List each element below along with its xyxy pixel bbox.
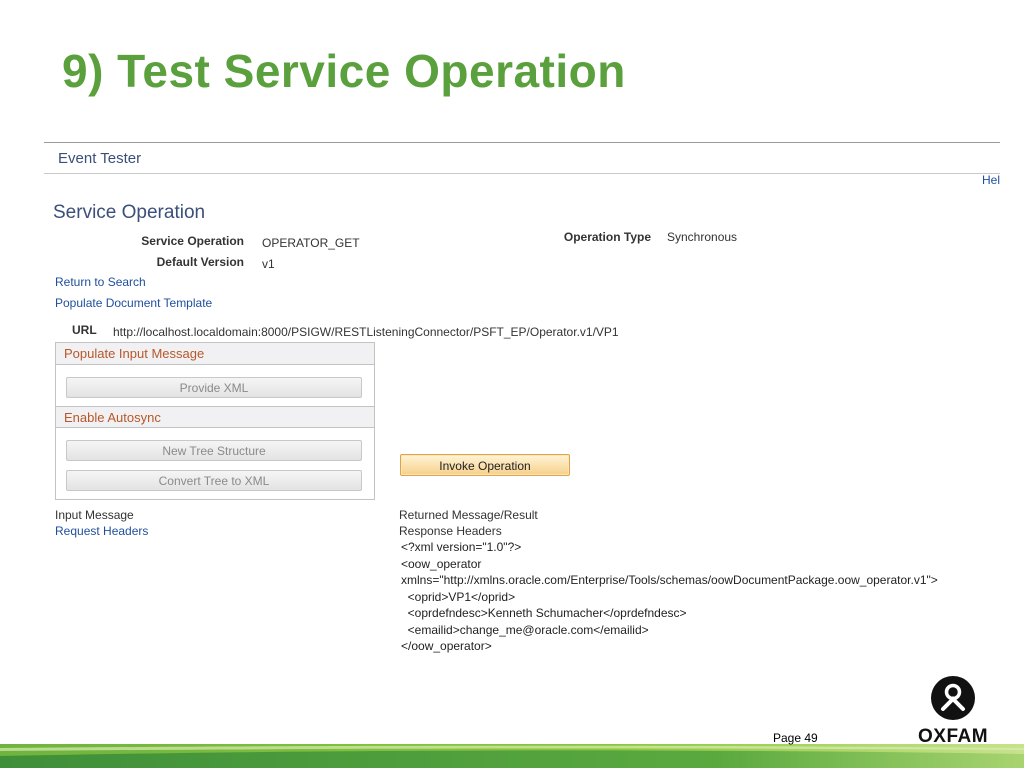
request-headers-link[interactable]: Request Headers — [55, 524, 148, 538]
operation-type-label: Operation Type — [563, 230, 651, 244]
url-label: URL — [72, 323, 97, 337]
page-number: Page 49 — [773, 731, 818, 745]
oxfam-logo: OXFAM — [918, 676, 988, 748]
xml-line: <oprdefndesc>Kenneth Schumacher</oprdefn… — [401, 606, 687, 620]
slide-title: 9) Test Service Operation — [62, 45, 626, 97]
input-options-panel: Populate Input Message Provide XML Enabl… — [55, 342, 375, 500]
footer-green-band — [0, 744, 1024, 768]
returned-message-label: Returned Message/Result — [399, 508, 538, 522]
input-message-label: Input Message — [55, 508, 134, 522]
response-headers-link[interactable]: Response Headers — [399, 524, 502, 538]
oxfam-emblem-icon — [931, 676, 975, 720]
oxfam-wordmark: OXFAM — [918, 726, 989, 747]
xml-line: xmlns="http://xmlns.oracle.com/Enterpris… — [401, 573, 938, 587]
return-to-search-link[interactable]: Return to Search — [55, 275, 146, 289]
top-divider — [44, 142, 1000, 143]
populate-input-message-header: Populate Input Message — [56, 343, 374, 365]
xml-line: </oow_operator> — [401, 639, 492, 653]
service-operation-value: OPERATOR_GET — [262, 236, 360, 250]
provide-xml-button[interactable]: Provide XML — [66, 377, 362, 398]
enable-autosync-header: Enable Autosync — [56, 406, 374, 428]
section-title: Service Operation — [53, 202, 206, 223]
populate-document-template-link[interactable]: Populate Document Template — [55, 296, 212, 310]
event-tester-screenshot: Event Tester Hel Service Operation Servi… — [44, 142, 1000, 662]
default-version-value: v1 — [262, 257, 275, 271]
xml-line: <oprid>VP1</oprid> — [401, 589, 516, 604]
service-operation-label: Service Operation — [141, 234, 244, 248]
operation-type-value: Synchronous — [667, 230, 738, 244]
header-divider — [44, 173, 1000, 174]
new-tree-structure-button[interactable]: New Tree Structure — [66, 440, 362, 461]
invoke-operation-button[interactable]: Invoke Operation — [400, 454, 570, 476]
xml-result: <?xml version="1.0"?> <oow_operator xmln… — [401, 539, 938, 655]
help-link[interactable]: Hel — [982, 173, 1000, 187]
default-version-label: Default Version — [156, 255, 244, 269]
page-header: Event Tester — [58, 150, 142, 167]
xml-line: <?xml version="1.0"?> — [401, 540, 522, 554]
url-value: http://localhost.localdomain:8000/PSIGW/… — [113, 325, 619, 339]
xml-line: <oow_operator — [401, 556, 482, 571]
convert-tree-to-xml-button[interactable]: Convert Tree to XML — [66, 470, 362, 491]
xml-line: <emailid>change_me@oracle.com</emailid> — [401, 622, 649, 637]
